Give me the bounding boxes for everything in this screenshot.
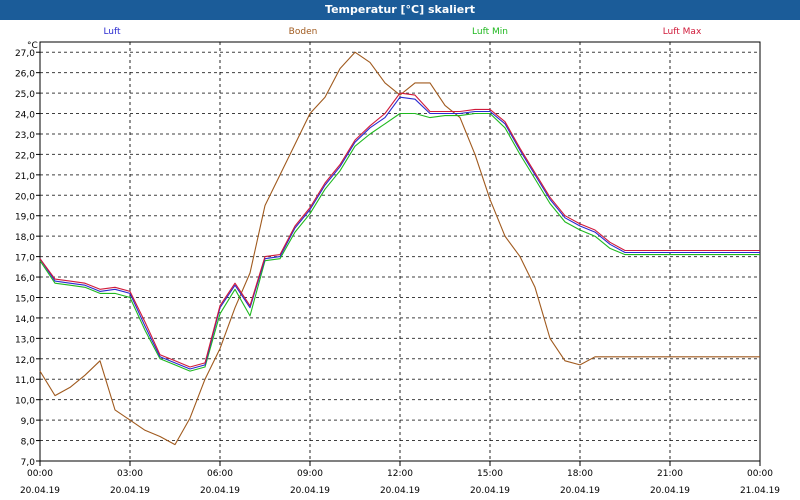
x-tick-label-date: 21.04.19 bbox=[740, 486, 780, 496]
legend-luft: Luft bbox=[103, 27, 121, 37]
legend-boden: Boden bbox=[289, 27, 318, 37]
x-tick-label-date: 20.04.19 bbox=[560, 486, 600, 496]
y-tick-label: 8,0 bbox=[21, 438, 36, 448]
y-tick-label: 17,0 bbox=[15, 254, 35, 264]
y-tick-label: 14,0 bbox=[15, 315, 35, 325]
y-tick-label: 26,0 bbox=[15, 70, 35, 80]
x-tick-label-time: 09:00 bbox=[297, 469, 323, 479]
x-tick-label-time: 00:00 bbox=[747, 469, 773, 479]
y-tick-label: 21,0 bbox=[15, 172, 35, 182]
y-tick-label: 12,0 bbox=[15, 356, 35, 366]
y-tick-label: 25,0 bbox=[15, 90, 35, 100]
x-tick-label-date: 20.04.19 bbox=[200, 486, 240, 496]
x-tick-label-date: 20.04.19 bbox=[290, 486, 330, 496]
x-tick-label-time: 15:00 bbox=[477, 469, 503, 479]
x-tick-label-date: 20.04.19 bbox=[470, 486, 510, 496]
chart-title: Temperatur [°C] skaliert bbox=[0, 0, 800, 20]
x-tick-label-time: 12:00 bbox=[387, 469, 413, 479]
x-tick-label-time: 00:00 bbox=[27, 469, 53, 479]
legend-luft-min: Luft Min bbox=[472, 27, 508, 37]
y-axis-label: °C bbox=[27, 41, 38, 51]
y-tick-label: 19,0 bbox=[15, 213, 35, 223]
x-tick-label-time: 03:00 bbox=[117, 469, 143, 479]
y-tick-label: 11,0 bbox=[15, 376, 35, 386]
x-tick-label-time: 18:00 bbox=[567, 469, 593, 479]
y-tick-label: 18,0 bbox=[15, 233, 35, 243]
y-tick-label: 13,0 bbox=[15, 335, 35, 345]
chart-canvas: 7,0 8,0 9,0 10,0 11,0 12,0 13,0 14,0 15,0 16,0 17,… bbox=[15, 27, 780, 496]
y-tick-label: 23,0 bbox=[15, 131, 35, 141]
y-tick-label: 20,0 bbox=[15, 192, 35, 202]
x-tick-label-date: 20.04.19 bbox=[380, 486, 420, 496]
y-tick-label: 16,0 bbox=[15, 274, 35, 284]
y-tick-label: 7,0 bbox=[21, 458, 36, 468]
y-tick-label: 24,0 bbox=[15, 111, 35, 121]
y-tick-label: 9,0 bbox=[21, 417, 36, 427]
y-tick-label: 15,0 bbox=[15, 294, 35, 304]
x-tick-label-date: 20.04.19 bbox=[20, 486, 60, 496]
x-tick-label-time: 21:00 bbox=[657, 469, 683, 479]
legend-luft-max: Luft Max bbox=[663, 27, 702, 37]
x-tick-label-date: 20.04.19 bbox=[650, 486, 690, 496]
y-tick-label: 22,0 bbox=[15, 151, 35, 161]
y-tick-label: 10,0 bbox=[15, 397, 35, 407]
x-tick-label-date: 20.04.19 bbox=[110, 486, 150, 496]
x-tick-label-time: 06:00 bbox=[207, 469, 233, 479]
